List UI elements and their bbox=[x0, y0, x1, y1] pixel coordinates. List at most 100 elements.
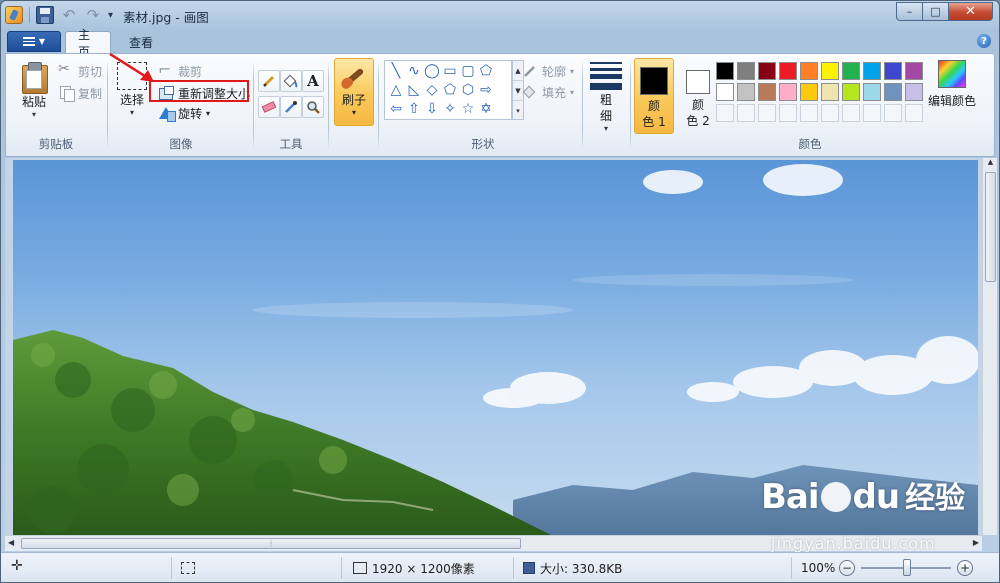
copy-button[interactable]: 复制 bbox=[58, 84, 102, 102]
qat-separator bbox=[29, 7, 30, 23]
rotate-button[interactable]: 旋转 ▾ bbox=[158, 104, 210, 122]
fill-dropdown-icon: ▾ bbox=[570, 87, 575, 97]
status-separator bbox=[513, 557, 514, 579]
vertical-scrollbar[interactable]: ▲ bbox=[982, 158, 997, 535]
outline-button[interactable]: 轮廓 ▾ bbox=[522, 62, 574, 80]
cut-button[interactable]: 剪切 bbox=[58, 61, 103, 80]
quick-access-toolbar: ↶ ↷ ▾ bbox=[5, 5, 113, 25]
rectangle-shape-icon[interactable]: ▭ bbox=[441, 62, 459, 80]
file-size: 大小: 330.8KB bbox=[523, 560, 622, 576]
shapes-group-label: 形状 bbox=[471, 137, 495, 151]
triangle-shape-icon[interactable]: △ bbox=[387, 81, 405, 99]
line-width-icon bbox=[590, 62, 622, 90]
five-point-star-shape-icon[interactable]: ☆ bbox=[459, 100, 477, 118]
right-arrow-shape-icon[interactable]: ⇨ bbox=[477, 81, 495, 99]
four-point-star-shape-icon[interactable]: ✧ bbox=[441, 100, 459, 118]
fill-label: 填充 bbox=[542, 85, 567, 100]
fill-button[interactable]: 填充 ▾ bbox=[522, 83, 574, 101]
paint-menu-button[interactable]: ▼ bbox=[7, 31, 61, 52]
undo-icon[interactable]: ↶ bbox=[60, 6, 78, 24]
watermark-url: jingyan.baidu.com bbox=[771, 534, 936, 553]
diamond-shape-icon[interactable]: ◇ bbox=[423, 81, 441, 99]
maximize-button[interactable]: □ bbox=[923, 2, 949, 21]
crop-button[interactable]: 裁剪 bbox=[158, 60, 203, 80]
curve-shape-icon[interactable]: ∿ bbox=[405, 62, 423, 80]
copy-icon bbox=[58, 85, 75, 102]
scroll-up-icon[interactable]: ▲ bbox=[983, 158, 998, 170]
disk-icon bbox=[523, 562, 535, 574]
image-size-icon bbox=[353, 562, 367, 574]
menu-lines-icon bbox=[22, 37, 35, 46]
rotate-label: 旋转 bbox=[178, 106, 203, 121]
watermark-logo-text: Bai bbox=[761, 477, 820, 517]
status-bar: 1920 × 1200像素 大小: 330.8KB 100% − + bbox=[1, 552, 999, 582]
eraser-icon[interactable] bbox=[258, 96, 280, 118]
save-icon[interactable] bbox=[36, 6, 54, 24]
redo-icon[interactable]: ↷ bbox=[84, 6, 102, 24]
resize-highlight-box bbox=[149, 80, 249, 102]
selection-size bbox=[181, 560, 195, 576]
shapes-gallery: ╲ ∿ ◯ ▭ ▢ ⬠ △ ◺ ◇ ⬠ ⬡ ⇨ ⇦ ⇧ ⇩ ✧ ☆ ✡ bbox=[384, 60, 512, 120]
rotate-dropdown-icon: ▾ bbox=[206, 108, 211, 118]
rounded-rectangle-shape-icon[interactable]: ▢ bbox=[459, 62, 477, 80]
paint-app-icon[interactable] bbox=[5, 6, 23, 24]
qat-customize-dropdown-icon[interactable]: ▾ bbox=[108, 10, 113, 21]
paste-icon bbox=[21, 62, 48, 94]
magnifier-icon[interactable] bbox=[302, 96, 324, 118]
line-shape-icon[interactable]: ╲ bbox=[387, 62, 405, 80]
status-separator bbox=[171, 557, 172, 579]
copy-label: 复制 bbox=[78, 86, 103, 101]
help-icon[interactable]: ? bbox=[977, 34, 991, 48]
six-point-star-shape-icon[interactable]: ✡ bbox=[477, 100, 495, 118]
scroll-left-icon[interactable]: ◀ bbox=[8, 538, 14, 547]
vertical-scroll-thumb[interactable] bbox=[985, 172, 996, 282]
status-separator bbox=[341, 557, 342, 579]
minimize-button[interactable]: – bbox=[896, 2, 923, 21]
oval-shape-icon[interactable]: ◯ bbox=[423, 62, 441, 80]
image-group-label: 图像 bbox=[169, 137, 193, 151]
text-icon[interactable]: A bbox=[302, 70, 324, 92]
select-label: 选择 bbox=[119, 93, 144, 107]
group-separator bbox=[253, 60, 254, 150]
zoom-in-button[interactable]: + bbox=[957, 560, 973, 576]
paint-window: ↶ ↷ ▾ 素材.jpg - 画图 – □ ✕ ▼ 主页 查看 ? 粘贴 ▾ ✂… bbox=[0, 0, 1000, 583]
size-button[interactable]: 粗 细 ▾ bbox=[588, 62, 624, 134]
paste-button[interactable]: 粘贴 ▾ bbox=[16, 62, 52, 120]
color-picker-icon[interactable] bbox=[280, 96, 302, 118]
horizontal-scroll-thumb[interactable]: ⦙ bbox=[21, 538, 521, 549]
colors-group: 颜色 bbox=[630, 56, 990, 154]
title-bar: ↶ ↷ ▾ 素材.jpg - 画图 – □ ✕ bbox=[1, 1, 999, 29]
file-size-text: 大小: 330.8KB bbox=[540, 561, 623, 576]
down-arrow-shape-icon[interactable]: ⇩ bbox=[423, 100, 441, 118]
up-arrow-shape-icon[interactable]: ⇧ bbox=[405, 100, 423, 118]
cursor-position bbox=[11, 558, 25, 576]
zoom-level: 100% bbox=[801, 561, 836, 575]
hexagon-shape-icon[interactable]: ⬡ bbox=[459, 81, 477, 99]
paste-dropdown-icon: ▾ bbox=[31, 110, 36, 119]
outline-icon bbox=[522, 63, 538, 79]
pentagon-shape-icon[interactable]: ⬠ bbox=[441, 81, 459, 99]
zoom-out-button[interactable]: − bbox=[839, 560, 855, 576]
brushes-label: 刷子 bbox=[341, 93, 366, 107]
cut-label: 剪切 bbox=[78, 64, 103, 79]
gallery-expand-icon[interactable]: ▾ bbox=[513, 101, 523, 121]
group-separator bbox=[582, 60, 583, 150]
polygon-shape-icon[interactable]: ⬠ bbox=[477, 62, 495, 80]
colors-group-label: 颜色 bbox=[798, 137, 822, 151]
tab-home[interactable]: 主页 bbox=[65, 28, 111, 59]
ribbon-home: 粘贴 ▾ 剪切 复制 剪贴板 选择 ▾ 裁剪 bbox=[5, 52, 995, 157]
watermark-logo-tail: du bbox=[852, 477, 901, 517]
close-button[interactable]: ✕ bbox=[949, 2, 993, 21]
right-triangle-shape-icon[interactable]: ◺ bbox=[405, 81, 423, 99]
left-arrow-shape-icon[interactable]: ⇦ bbox=[387, 100, 405, 118]
fill-icon[interactable] bbox=[280, 70, 302, 92]
tools-group-label: 工具 bbox=[279, 137, 303, 151]
brushes-button[interactable]: 刷子 ▾ bbox=[334, 58, 374, 126]
scroll-right-icon[interactable]: ▶ bbox=[973, 538, 979, 547]
chevron-down-icon: ▼ bbox=[38, 37, 46, 46]
outline-label: 轮廓 bbox=[542, 64, 567, 79]
zoom-slider-thumb[interactable] bbox=[903, 559, 911, 576]
pencil-icon[interactable] bbox=[258, 70, 280, 92]
crop-label: 裁剪 bbox=[178, 64, 203, 79]
brush-icon bbox=[339, 62, 369, 92]
